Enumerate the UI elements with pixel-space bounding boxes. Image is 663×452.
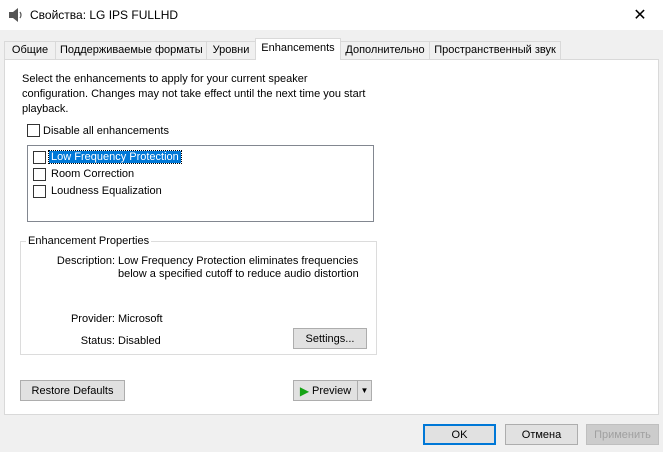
disable-all-label: Disable all enhancements: [43, 124, 169, 137]
close-icon: ✕: [633, 7, 647, 24]
status-label: Status:: [80, 335, 115, 347]
tab-supported-formats[interactable]: Поддерживаемые форматы: [55, 41, 207, 60]
list-item[interactable]: Room Correction: [33, 166, 136, 182]
tab-strip: Общие Поддерживаемые форматы Уровни Enha…: [4, 38, 660, 60]
status-value: Disabled: [118, 335, 161, 347]
description-value: Low Frequency Protection eliminates freq…: [118, 255, 359, 280]
provider-label: Provider:: [70, 313, 115, 325]
preview-button[interactable]: ▶ Preview ▼: [293, 380, 372, 401]
group-title: Enhancement Properties: [26, 235, 152, 247]
enhancement-checkbox[interactable]: [33, 150, 46, 164]
ok-button[interactable]: OK: [423, 424, 496, 445]
apply-button[interactable]: Применить: [586, 424, 659, 445]
list-item[interactable]: Low Frequency Protection: [33, 149, 182, 165]
preview-main[interactable]: ▶ Preview: [294, 381, 358, 400]
enhancement-checkbox[interactable]: [33, 167, 46, 181]
window-title: Свойства: LG IPS FULLHD: [30, 8, 179, 22]
disable-all-enhancements[interactable]: Disable all enhancements: [27, 124, 169, 137]
settings-button[interactable]: Settings...: [293, 328, 367, 349]
tab-levels[interactable]: Уровни: [206, 41, 256, 60]
disable-all-checkbox[interactable]: [27, 124, 40, 137]
tab-advanced[interactable]: Дополнительно: [340, 41, 430, 60]
close-button[interactable]: ✕: [617, 0, 663, 30]
cancel-button[interactable]: Отмена: [505, 424, 578, 445]
description-label: Description:: [56, 255, 115, 267]
enhancement-label: Room Correction: [51, 168, 135, 180]
chevron-down-icon: ▼: [360, 386, 369, 395]
tab-spatial-sound[interactable]: Пространственный звук: [429, 41, 561, 60]
enhancements-description: Select the enhancements to apply for you…: [22, 73, 366, 115]
enhancement-label: Low Frequency Protection: [48, 150, 182, 164]
play-icon: ▶: [299, 383, 310, 398]
speaker-icon: [9, 8, 22, 22]
preview-dropdown[interactable]: ▼: [358, 381, 371, 400]
enhancement-checkbox[interactable]: [33, 184, 46, 198]
provider-value: Microsoft: [118, 313, 163, 325]
tab-general[interactable]: Общие: [4, 41, 56, 60]
restore-defaults-button[interactable]: Restore Defaults: [20, 380, 125, 401]
tab-enhancements[interactable]: Enhancements: [255, 38, 341, 60]
title-bar: Свойства: LG IPS FULLHD ✕: [0, 0, 663, 30]
enhancement-label: Loudness Equalization: [51, 185, 162, 197]
list-item[interactable]: Loudness Equalization: [33, 183, 164, 199]
enhancements-list[interactable]: Low Frequency Protection Room Correction…: [27, 145, 374, 222]
preview-label: Preview: [312, 384, 352, 397]
